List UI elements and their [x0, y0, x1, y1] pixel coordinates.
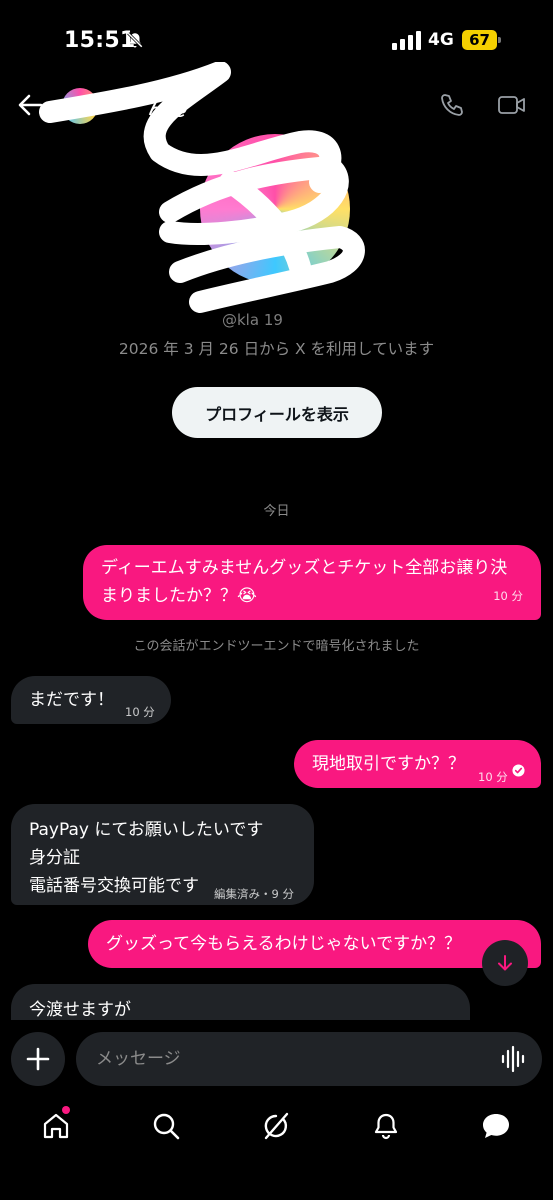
arrow-down-icon	[498, 955, 512, 971]
message-time: 10 分	[493, 589, 523, 603]
message-line: ディーエムすみませんグッズとチケット全部お譲り決	[101, 558, 508, 578]
notification-dot	[62, 1106, 70, 1114]
nav-grok[interactable]	[258, 1108, 294, 1144]
message-line: まりましたか？？😭	[101, 586, 257, 606]
search-icon	[153, 1113, 180, 1140]
notifications-icon	[374, 1113, 398, 1140]
message-input[interactable]	[76, 1032, 542, 1086]
nav-notifications[interactable]	[368, 1108, 404, 1144]
nav-search[interactable]	[148, 1108, 184, 1144]
message-bubble-sent[interactable]: グッズって今もらえるわけじゃないですか？？	[88, 920, 541, 968]
messages-icon	[483, 1114, 509, 1138]
voice-wave-icon[interactable]	[500, 1045, 528, 1073]
redaction-scribble	[39, 62, 365, 313]
add-attachment-button[interactable]	[11, 1032, 65, 1086]
battery-indicator: 67	[462, 30, 502, 50]
message-bubble-sent[interactable]: 現地取引ですか？？ 10 分	[294, 740, 541, 788]
bell-off-icon	[127, 32, 143, 48]
network-type: 4G	[428, 30, 454, 50]
message-time: 10 分	[125, 705, 155, 719]
message-time: 編集済み・9 分	[214, 887, 294, 901]
status-time: 15:51	[64, 28, 136, 53]
message-bubble-sent[interactable]: ディーエムすみませんグッズとチケット全部お譲り決 まりましたか？？😭 10 分	[83, 545, 541, 620]
message-line: PayPay にてお願いしたいです	[29, 820, 264, 840]
home-icon	[43, 1113, 69, 1139]
phone-icon[interactable]	[439, 92, 465, 118]
scroll-to-bottom-button[interactable]	[482, 940, 528, 986]
video-icon[interactable]	[497, 93, 527, 117]
message-line: グッズって今もらえるわけじゃないですか？？	[106, 934, 462, 954]
message-bubble-received[interactable]: まだです！ 10 分	[11, 676, 171, 724]
message-time: 10 分	[478, 770, 508, 784]
plus-icon	[26, 1047, 50, 1071]
grok-icon	[264, 1112, 289, 1140]
message-line: 身分証	[29, 848, 80, 868]
message-bubble-received[interactable]: PayPay にてお願いしたいです 身分証 電話番号交換可能です 編集済み・9 …	[11, 804, 314, 905]
check-circle-icon	[512, 764, 525, 777]
nav-home[interactable]	[38, 1108, 74, 1144]
view-profile-button[interactable]: プロフィールを表示	[172, 387, 382, 438]
battery-level: 67	[469, 31, 490, 49]
signal-icon	[392, 31, 421, 50]
date-divider: 今日	[263, 504, 290, 519]
profile-joined-date: 2026 年 3 月 26 日から X を利用しています	[118, 340, 435, 358]
encryption-note: この会話がエンドツーエンドで暗号化されました	[133, 639, 420, 654]
nav-messages[interactable]	[478, 1108, 514, 1144]
